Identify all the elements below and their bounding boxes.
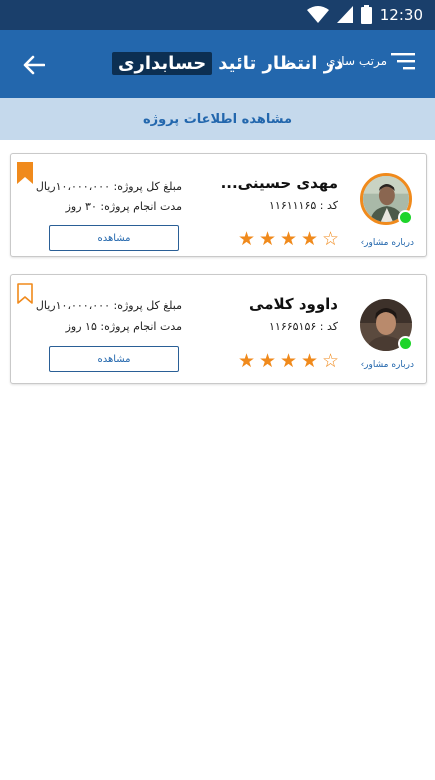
page-title: در انتظار تائید حسابداری	[112, 48, 343, 78]
star-filled-icon: ★	[237, 228, 256, 250]
star-filled-icon: ★	[300, 228, 319, 250]
star-outline-icon: ☆	[321, 350, 340, 372]
consultant-name: مهدی حسینی...	[220, 174, 338, 192]
rating-stars: ★ ★ ★ ★ ☆	[237, 352, 340, 371]
status-time: 12:30	[379, 5, 423, 24]
page-title-main: در انتظار تائید	[218, 52, 344, 74]
signal-icon	[336, 5, 353, 23]
rating-stars: ★ ★ ★ ★ ☆	[237, 230, 340, 249]
wifi-icon	[306, 5, 329, 23]
online-status-dot	[398, 336, 413, 351]
view-button[interactable]: مشاهده	[49, 346, 179, 372]
sort-icon	[391, 53, 415, 70]
project-info-bar[interactable]: مشاهده اطلاعات پروژه	[0, 98, 435, 140]
project-duration: مدت انجام پروژه: ۱۵ روز	[65, 320, 182, 333]
about-consultant-link[interactable]: درباره مشاور›	[361, 238, 414, 248]
star-filled-icon: ★	[279, 228, 298, 250]
star-filled-icon: ★	[258, 350, 277, 372]
about-consultant-link[interactable]: درباره مشاور›	[361, 360, 414, 370]
back-arrow-icon	[23, 55, 45, 75]
consultant-name: داوود کلامی	[249, 295, 338, 313]
back-button[interactable]	[18, 49, 50, 81]
status-bar: 12:30	[0, 0, 435, 30]
project-amount: مبلغ کل پروژه: ۱۰،۰۰۰،۰۰۰ریال	[35, 299, 182, 312]
status-icons: 12:30	[306, 5, 423, 24]
consultant-code: کد : ۱۱۶۶۵۱۵۶	[269, 320, 338, 333]
star-filled-icon: ★	[300, 350, 319, 372]
page-title-highlight: حسابداری	[112, 51, 213, 75]
consultant-card[interactable]: مبلغ کل پروژه: ۱۰،۰۰۰،۰۰۰ریال مدت انجام …	[10, 274, 427, 384]
avatar-container[interactable]	[360, 299, 413, 351]
project-info-label: مشاهده اطلاعات پروژه	[142, 111, 292, 127]
online-status-dot	[398, 210, 413, 225]
view-button[interactable]: مشاهده	[49, 225, 179, 251]
sort-button[interactable]: مرتب سازی	[326, 52, 415, 70]
project-duration: مدت انجام پروژه: ۳۰ روز	[65, 200, 182, 213]
bookmark-filled-icon[interactable]	[17, 162, 33, 184]
consultant-card[interactable]: مبلغ کل پروژه: ۱۰،۰۰۰،۰۰۰ریال مدت انجام …	[10, 153, 427, 257]
sort-label: مرتب سازی	[326, 54, 387, 68]
star-filled-icon: ★	[258, 228, 277, 250]
consultant-code: کد : ۱۱۶۱۱۱۶۵	[269, 199, 338, 212]
star-filled-icon: ★	[279, 350, 298, 372]
avatar-container[interactable]	[360, 173, 413, 225]
project-amount: مبلغ کل پروژه: ۱۰،۰۰۰،۰۰۰ریال	[35, 180, 182, 193]
star-outline-icon: ☆	[321, 228, 340, 250]
bookmark-outline-icon[interactable]	[17, 283, 33, 305]
battery-icon	[360, 5, 372, 24]
star-filled-icon: ★	[237, 350, 256, 372]
app-bar: در انتظار تائید حسابداری مرتب سازی	[0, 30, 435, 98]
